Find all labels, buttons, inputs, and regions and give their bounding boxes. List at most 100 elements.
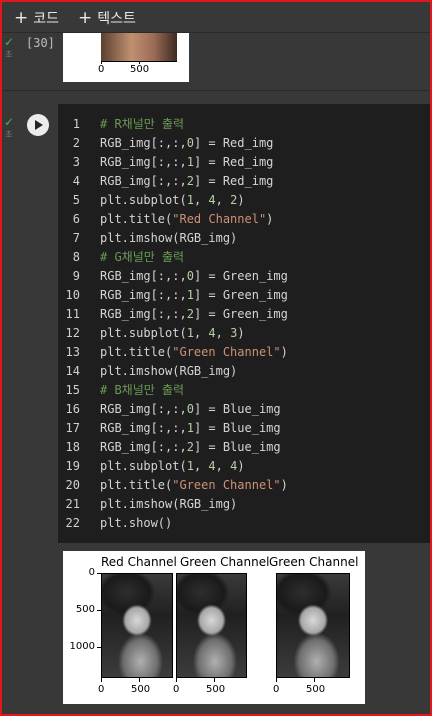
code-token: plt.title( — [100, 345, 173, 359]
line-number: 4 — [72, 174, 80, 188]
code-line[interactable]: 18 RGB_img[:,:,2] = Blue_img — [58, 438, 430, 457]
code-line[interactable]: 16 RGB_img[:,:,0] = Blue_img — [58, 400, 430, 419]
code-text: plt.subplot(1, 4, 2) — [100, 191, 245, 210]
plus-icon: + — [14, 8, 29, 28]
code-line[interactable]: 22 plt.show() — [58, 514, 430, 533]
code-line[interactable]: 9 RGB_img[:,:,0] = Green_img — [58, 267, 430, 286]
code-text: RGB_img[:,:,0] = Red_img — [100, 134, 273, 153]
code-token: ] = Blue_img — [193, 402, 281, 416]
add-code-button[interactable]: + 코드 — [14, 7, 59, 29]
code-token: , — [215, 459, 231, 473]
execution-count: [30] — [26, 36, 55, 50]
code-line[interactable]: 12 plt.subplot(1, 4, 3) — [58, 324, 430, 343]
code-line[interactable]: 8 # G채널만 출력 — [58, 248, 430, 267]
x-tick-label: 0 — [273, 684, 280, 695]
code-line[interactable]: 7 plt.imshow(RGB_img) — [58, 229, 430, 248]
line-number: 22 — [65, 516, 80, 530]
code-token: ] = Blue_img — [193, 440, 281, 454]
code-line[interactable]: 2 RGB_img[:,:,0] = Red_img — [58, 134, 430, 153]
check-icon: ✓ — [4, 115, 15, 129]
code-token: plt.show() — [100, 516, 173, 530]
code-token: 0 — [186, 136, 194, 150]
green-channel-image — [176, 573, 247, 678]
code-token: RGB_img[:,:, — [100, 269, 187, 283]
x-tickmark — [276, 678, 277, 682]
code-token: plt.subplot( — [100, 193, 187, 207]
code-text: RGB_img[:,:,1] = Red_img — [100, 153, 273, 172]
code-line[interactable]: 21 plt.imshow(RGB_img) — [58, 495, 430, 514]
line-number: 14 — [65, 364, 80, 378]
code-line[interactable]: 10 RGB_img[:,:,1] = Green_img — [58, 286, 430, 305]
code-token: plt.imshow(RGB_img) — [100, 364, 238, 378]
code-line[interactable]: 11 RGB_img[:,:,2] = Green_img — [58, 305, 430, 324]
x-tick-label: 0 — [98, 684, 105, 695]
line-number: 6 — [72, 212, 80, 226]
code-token: ) — [237, 193, 245, 207]
code-line[interactable]: 20 plt.title("Green Channel") — [58, 476, 430, 495]
code-token: RGB_img[:,:, — [100, 440, 187, 454]
x-tick-label: 500 — [206, 684, 226, 695]
cell-gutter — [2, 104, 18, 544]
y-tick-label: 1000 — [69, 641, 95, 652]
code-line[interactable]: 13 plt.title("Green Channel") — [58, 343, 430, 362]
code-token: RGB_img[:,:, — [100, 174, 187, 188]
code-token: 0 — [186, 402, 194, 416]
run-cell-button[interactable] — [27, 114, 49, 136]
code-editor[interactable]: 1 # R채널만 출력 2 RGB_img[:,:,0] = Red_img 3 RGB_… — [58, 104, 430, 543]
code-token: # G채널만 출력 — [100, 250, 185, 264]
code-token: ] = Green_img — [193, 288, 288, 302]
code-token: , — [193, 459, 209, 473]
code-text: RGB_img[:,:,1] = Blue_img — [100, 419, 281, 438]
line-number: 15 — [65, 383, 80, 397]
line-number: 16 — [65, 402, 80, 416]
code-text: plt.title("Green Channel") — [100, 476, 288, 495]
y-tick-label: 500 — [75, 604, 95, 615]
code-text: plt.title("Green Channel") — [100, 343, 288, 362]
code-token: 1 — [186, 288, 194, 302]
code-token: plt.imshow(RGB_img) — [100, 497, 238, 511]
cell-divider — [2, 90, 430, 91]
x-tick-label: 0 — [173, 684, 180, 695]
code-token: "Green Channel" — [172, 478, 281, 492]
exec-time-label: 초 — [5, 50, 13, 59]
code-token: 2 — [186, 174, 194, 188]
line-number: 7 — [72, 231, 80, 245]
code-line[interactable]: 5 plt.subplot(1, 4, 2) — [58, 191, 430, 210]
code-line[interactable]: 15 # B채널만 출력 — [58, 381, 430, 400]
line-number: 3 — [72, 155, 80, 169]
code-token: ] = Green_img — [193, 269, 288, 283]
run-icon — [35, 120, 43, 130]
code-token: 1 — [186, 155, 194, 169]
code-token: plt.imshow(RGB_img) — [100, 231, 238, 245]
code-token: RGB_img[:,:, — [100, 288, 187, 302]
code-token: RGB_img[:,:, — [100, 307, 187, 321]
code-line[interactable]: 6 plt.title("Red Channel") — [58, 210, 430, 229]
subplot-title: Green Channel — [269, 555, 359, 569]
code-text: plt.imshow(RGB_img) — [100, 229, 237, 248]
code-token: plt.title( — [100, 212, 173, 226]
plus-icon: + — [78, 8, 93, 28]
code-token: 1 — [186, 421, 194, 435]
line-number: 10 — [65, 288, 80, 302]
code-line[interactable]: 1 # R채널만 출력 — [58, 115, 430, 134]
y-tickmark — [97, 573, 101, 574]
code-token: RGB_img[:,:, — [100, 155, 187, 169]
code-line[interactable]: 19 plt.subplot(1, 4, 4) — [58, 457, 430, 476]
code-line[interactable]: 14 plt.imshow(RGB_img) — [58, 362, 430, 381]
code-token: ) — [280, 478, 288, 492]
code-line[interactable]: 17 RGB_img[:,:,1] = Blue_img — [58, 419, 430, 438]
code-text: RGB_img[:,:,1] = Green_img — [100, 286, 288, 305]
code-token: 2 — [186, 307, 194, 321]
line-number: 17 — [65, 421, 80, 435]
code-token: RGB_img[:,:, — [100, 136, 187, 150]
prev-output-image: 0 500 — [63, 33, 189, 82]
code-line[interactable]: 3 RGB_img[:,:,1] = Red_img — [58, 153, 430, 172]
y-tickmark — [97, 610, 101, 611]
add-text-button[interactable]: + 텍스트 — [78, 7, 136, 29]
code-line[interactable]: 4 RGB_img[:,:,2] = Red_img — [58, 172, 430, 191]
exec-time-label: 초 — [5, 130, 13, 139]
line-number: 13 — [65, 345, 80, 359]
subplot-title: Green Channel — [180, 555, 270, 569]
code-token: plt.subplot( — [100, 326, 187, 340]
line-number: 20 — [65, 478, 80, 492]
